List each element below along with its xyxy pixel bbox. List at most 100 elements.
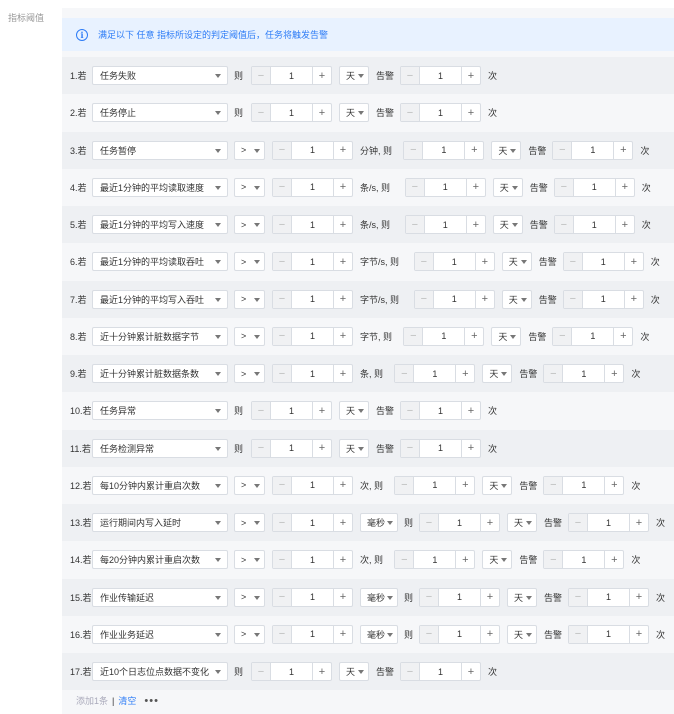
stepper-value[interactable]: 1 <box>292 551 333 568</box>
increment-button[interactable]: + <box>480 625 499 643</box>
number-stepper[interactable]: −1 + <box>553 177 635 197</box>
number-stepper[interactable]: −1 + <box>403 140 485 160</box>
increment-button[interactable]: + <box>333 141 352 159</box>
metric-select[interactable]: 作业传输延迟 <box>92 587 228 607</box>
increment-button[interactable]: + <box>333 290 352 308</box>
increment-button[interactable]: + <box>629 514 648 531</box>
number-stepper[interactable]: −1 + <box>404 215 486 234</box>
number-stepper[interactable]: −1 + <box>251 662 332 681</box>
number-stepper[interactable]: −1 + <box>272 140 353 160</box>
metric-select[interactable]: 最近1分钟的平均读取吞吐 <box>92 252 228 272</box>
stepper-value[interactable]: 1 <box>420 440 461 457</box>
decrement-button[interactable]: − <box>563 290 583 308</box>
decrement-button[interactable]: − <box>273 476 292 494</box>
decrement-button[interactable]: − <box>273 216 292 233</box>
stepper-value[interactable]: 1 <box>588 514 629 531</box>
stepper-value[interactable]: 1 <box>439 626 480 643</box>
number-stepper[interactable]: −1 + <box>400 103 481 123</box>
increment-button[interactable]: + <box>461 104 480 122</box>
number-stepper[interactable]: −1 + <box>404 177 486 197</box>
number-stepper[interactable]: −1 + <box>568 513 649 532</box>
operator-select[interactable]: > <box>234 289 265 309</box>
increment-button[interactable]: + <box>629 625 648 643</box>
number-stepper[interactable]: −1 + <box>272 177 353 197</box>
number-stepper[interactable]: −1 + <box>272 326 353 346</box>
number-stepper[interactable]: −1 + <box>568 587 649 607</box>
stepper-value[interactable]: 1 <box>420 402 461 419</box>
number-stepper[interactable]: −1 + <box>562 252 644 272</box>
decrement-button[interactable]: − <box>544 551 564 569</box>
increment-button[interactable]: + <box>312 104 331 122</box>
operator-select[interactable]: > <box>234 215 265 234</box>
number-stepper[interactable]: −1 + <box>552 326 634 346</box>
decrement-button[interactable]: − <box>544 365 564 382</box>
stepper-value[interactable]: 1 <box>292 589 333 606</box>
number-stepper[interactable]: −1 + <box>272 624 353 644</box>
increment-button[interactable]: + <box>455 551 474 569</box>
decrement-button[interactable]: − <box>395 551 415 569</box>
number-stepper[interactable]: −1 + <box>272 252 353 272</box>
decrement-button[interactable]: − <box>395 476 415 494</box>
period-select[interactable]: 天 <box>507 513 537 532</box>
decrement-button[interactable]: − <box>273 178 292 196</box>
number-stepper[interactable]: −1 + <box>553 215 635 234</box>
increment-button[interactable]: + <box>465 178 485 196</box>
increment-button[interactable]: + <box>333 327 352 345</box>
decrement-button[interactable]: − <box>252 439 271 457</box>
decrement-button[interactable]: − <box>420 514 439 531</box>
time-unit-select[interactable]: 毫秒 <box>360 624 398 644</box>
number-stepper[interactable]: −1 + <box>400 401 481 421</box>
number-stepper[interactable]: −1 + <box>272 513 353 532</box>
metric-select[interactable]: 近十分钟累计脏数据字节 <box>92 326 228 346</box>
increment-button[interactable]: + <box>333 216 352 233</box>
period-select[interactable]: 天 <box>507 587 537 607</box>
decrement-button[interactable]: − <box>405 178 425 196</box>
stepper-value[interactable]: 1 <box>563 551 604 568</box>
increment-button[interactable]: + <box>623 290 643 308</box>
metric-select[interactable]: 每20分钟内累计重启次数 <box>92 550 228 570</box>
increment-button[interactable]: + <box>312 439 331 457</box>
period-select[interactable]: 天 <box>491 140 522 160</box>
decrement-button[interactable]: − <box>252 663 271 680</box>
decrement-button[interactable]: − <box>553 327 573 345</box>
operator-select[interactable]: > <box>234 624 265 644</box>
metric-select[interactable]: 近10个日志位点数据不变化 <box>92 662 228 681</box>
number-stepper[interactable]: −1 + <box>272 364 353 383</box>
increment-button[interactable]: + <box>333 253 352 271</box>
decrement-button[interactable]: − <box>273 365 292 382</box>
increment-button[interactable]: + <box>480 514 499 531</box>
operator-select[interactable]: > <box>234 177 265 197</box>
metric-select[interactable]: 最近1分钟的平均写入吞吐 <box>92 289 228 309</box>
stepper-value[interactable]: 1 <box>574 179 615 196</box>
decrement-button[interactable]: − <box>404 141 424 159</box>
decrement-button[interactable]: − <box>569 514 588 531</box>
decrement-button[interactable]: − <box>404 327 424 345</box>
decrement-button[interactable]: − <box>273 588 292 606</box>
number-stepper[interactable]: −1 + <box>413 289 495 309</box>
increment-button[interactable]: + <box>312 402 331 420</box>
decrement-button[interactable]: − <box>273 141 292 159</box>
stepper-value[interactable]: 1 <box>292 291 333 308</box>
increment-button[interactable]: + <box>461 439 480 457</box>
add-row-link[interactable]: 添加1条 <box>76 694 108 707</box>
operator-select[interactable]: > <box>234 252 265 272</box>
stepper-value[interactable]: 1 <box>271 402 312 419</box>
increment-button[interactable]: + <box>465 216 485 233</box>
increment-button[interactable]: + <box>464 141 483 159</box>
stepper-value[interactable]: 1 <box>414 477 455 494</box>
number-stepper[interactable]: −1 + <box>413 252 495 272</box>
stepper-value[interactable]: 1 <box>420 67 461 84</box>
increment-button[interactable]: + <box>333 625 352 643</box>
stepper-value[interactable]: 1 <box>271 663 312 680</box>
increment-button[interactable]: + <box>480 588 499 606</box>
period-select[interactable]: 天 <box>507 624 537 644</box>
increment-button[interactable]: + <box>333 476 352 494</box>
stepper-value[interactable]: 1 <box>439 589 480 606</box>
decrement-button[interactable]: − <box>553 141 573 159</box>
number-stepper[interactable]: −1 + <box>568 624 649 644</box>
period-select[interactable]: 天 <box>492 177 523 197</box>
stepper-value[interactable]: 1 <box>271 67 312 84</box>
increment-button[interactable]: + <box>312 67 331 84</box>
number-stepper[interactable]: −1 + <box>394 475 476 495</box>
decrement-button[interactable]: − <box>401 67 420 84</box>
